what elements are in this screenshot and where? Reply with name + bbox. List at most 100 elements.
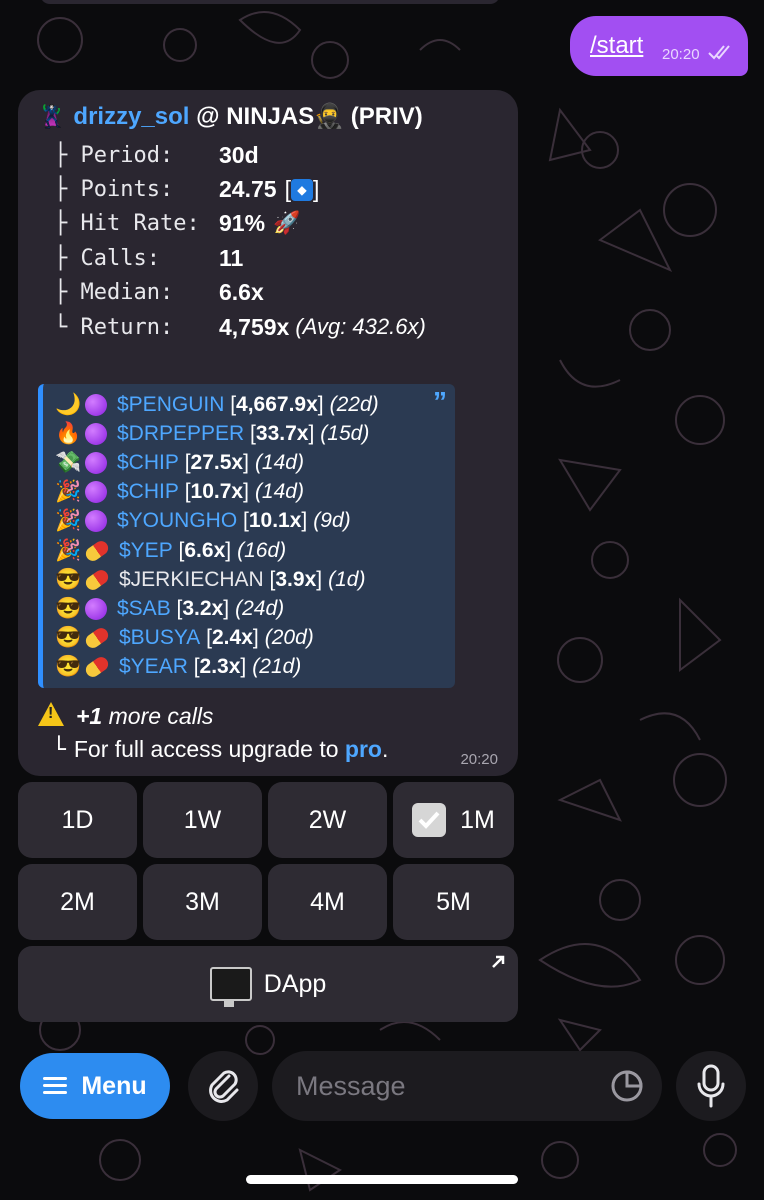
call-row: 😎 $YEAR [2.3x] (21d) bbox=[55, 653, 379, 682]
message-time: 20:20 bbox=[460, 751, 498, 768]
call-row: 🌙 $PENGUIN [4,667.9x] (22d) bbox=[55, 390, 379, 419]
calls-blockquote: ” 🌙 $PENGUIN [4,667.9x] (22d) 🔥 $DRPEPPER [3… bbox=[38, 384, 455, 688]
dapp-button[interactable]: DApp bbox=[18, 946, 518, 1022]
ticker-link[interactable]: $YEAR bbox=[119, 655, 188, 679]
call-row: 🎉 $CHIP [10.7x] (14d) bbox=[55, 478, 379, 507]
stat-calls: ├ Calls: 11 bbox=[54, 244, 244, 271]
username-link[interactable]: drizzy_sol bbox=[73, 103, 189, 130]
call-row: 😎 $JERKIECHAN [3.9x] (1d) bbox=[55, 565, 379, 594]
start-command-link[interactable]: /start bbox=[590, 32, 643, 60]
open-external-icon bbox=[492, 955, 505, 968]
call-row: 💸 $CHIP [27.5x] (14d) bbox=[55, 448, 379, 477]
purple-circle-icon bbox=[85, 597, 107, 620]
checkmark-icon bbox=[412, 803, 447, 837]
pill-icon bbox=[83, 625, 111, 651]
purple-circle-icon bbox=[85, 510, 107, 533]
period-button-2m[interactable]: 2M bbox=[18, 864, 137, 940]
period-button-5m[interactable]: 5M bbox=[393, 864, 514, 940]
card-title: 🦹 drizzy_sol @ NINJAS🥷 (PRIV) bbox=[38, 102, 423, 131]
call-age: (1d) bbox=[328, 567, 366, 591]
call-emoji-icon: 😎 bbox=[55, 596, 82, 620]
period-button-2w[interactable]: 2W bbox=[268, 782, 387, 858]
pro-link[interactable]: pro bbox=[345, 736, 382, 762]
call-emoji-icon: 🎉 bbox=[55, 509, 82, 533]
period-button-3m[interactable]: 3M bbox=[143, 864, 262, 940]
call-emoji-icon: 🔥 bbox=[55, 421, 82, 445]
call-age: (14d) bbox=[254, 450, 304, 474]
call-row: 🎉 $YEP [6.6x] (16d) bbox=[55, 536, 379, 565]
call-row: 😎 $SAB [3.2x] (24d) bbox=[55, 594, 379, 623]
call-emoji-icon: 😎 bbox=[55, 626, 82, 650]
purple-circle-icon bbox=[85, 481, 107, 504]
microphone-icon bbox=[697, 1064, 725, 1108]
pill-icon bbox=[83, 654, 111, 680]
message-input[interactable] bbox=[294, 1069, 598, 1103]
call-age: (16d) bbox=[237, 538, 287, 562]
call-emoji-icon: 💸 bbox=[55, 450, 82, 474]
double-check-icon bbox=[708, 45, 730, 60]
call-age: (24d) bbox=[235, 596, 285, 620]
purple-circle-icon bbox=[85, 451, 107, 474]
group-name: @ NINJAS🥷 (PRIV) bbox=[189, 103, 423, 130]
ticker-link: $JERKIECHAN bbox=[119, 567, 264, 591]
call-row: 🎉 $YOUNGHO [10.1x] (9d) bbox=[55, 507, 379, 536]
call-multiplier: [27.5x] bbox=[178, 450, 249, 474]
stat-hit-rate: ├ Hit Rate: 91% 🚀 bbox=[54, 210, 301, 237]
call-age: (14d) bbox=[254, 480, 304, 504]
rocket-icon: 🚀 bbox=[273, 211, 301, 237]
call-multiplier: [33.7x] bbox=[244, 421, 315, 445]
info-diamond-icon[interactable]: ◆ bbox=[290, 178, 313, 201]
ticker-link[interactable]: $YEP bbox=[119, 539, 173, 563]
call-age: (9d) bbox=[313, 509, 351, 533]
call-row: 🔥 $DRPEPPER [33.7x] (15d) bbox=[55, 419, 379, 448]
quote-icon: ” bbox=[433, 386, 447, 417]
ticker-link[interactable]: $BUSYA bbox=[119, 626, 200, 650]
call-multiplier: [2.3x] bbox=[187, 655, 247, 679]
call-emoji-icon: 🌙 bbox=[55, 392, 82, 416]
ticker-link[interactable]: $SAB bbox=[117, 597, 171, 621]
ticker-link[interactable]: $PENGUIN bbox=[117, 393, 224, 417]
call-multiplier: [10.7x] bbox=[178, 480, 249, 504]
ticker-link[interactable]: $YOUNGHO bbox=[117, 509, 237, 533]
call-multiplier: [10.1x] bbox=[237, 509, 308, 533]
purple-circle-icon bbox=[85, 422, 107, 445]
call-multiplier: [3.2x] bbox=[170, 596, 230, 620]
warning-icon bbox=[38, 702, 64, 726]
call-row: 😎 $BUSYA [2.4x] (20d) bbox=[55, 624, 379, 653]
upgrade-notice: └ For full access upgrade to pro. bbox=[52, 736, 389, 763]
call-multiplier: [6.6x] bbox=[172, 538, 232, 562]
period-button-1w[interactable]: 1W bbox=[143, 782, 262, 858]
stat-points: ├ Points: 24.75 [◆] bbox=[54, 176, 320, 203]
pill-icon bbox=[83, 567, 111, 593]
sticker-icon[interactable] bbox=[610, 1069, 644, 1103]
ticker-link[interactable]: $CHIP bbox=[117, 480, 179, 504]
message-time: 20:20 bbox=[662, 46, 700, 63]
purple-circle-icon bbox=[85, 393, 107, 416]
ticker-link[interactable]: $CHIP bbox=[117, 451, 179, 475]
voice-record-button[interactable] bbox=[676, 1051, 746, 1121]
outgoing-message[interactable]: /start 20:20 bbox=[570, 16, 748, 76]
stat-median: ├ Median: 6.6x bbox=[54, 279, 264, 306]
attach-button[interactable] bbox=[188, 1051, 258, 1121]
stat-return: └ Return: 4,759x (Avg: 432.6x) bbox=[54, 313, 426, 340]
pill-icon bbox=[83, 537, 111, 564]
call-emoji-icon: 😎 bbox=[55, 655, 82, 679]
message-field[interactable] bbox=[272, 1051, 662, 1121]
more-calls-notice: +1 more calls bbox=[38, 702, 213, 730]
period-button-1m[interactable]: 1M bbox=[393, 782, 514, 858]
period-button-4m[interactable]: 4M bbox=[268, 864, 387, 940]
call-age: (20d) bbox=[264, 626, 314, 650]
call-emoji-icon: 🎉 bbox=[55, 480, 82, 504]
call-emoji-icon: 😎 bbox=[55, 567, 82, 591]
bot-stats-message: 🦹 drizzy_sol @ NINJAS🥷 (PRIV) ├ Period: 3… bbox=[18, 90, 518, 776]
call-multiplier: [4,667.9x] bbox=[224, 392, 324, 416]
ninja-avatar-icon: 🦹 bbox=[38, 104, 66, 129]
home-indicator bbox=[246, 1175, 518, 1184]
previous-message-edge bbox=[40, 0, 500, 4]
call-age: (15d) bbox=[320, 421, 370, 445]
stats-list: ├ Period: 30d ├ Points: 24.75 [◆] ├ Hit … bbox=[54, 138, 426, 344]
bot-menu-button[interactable]: Menu bbox=[20, 1053, 170, 1119]
period-button-1d[interactable]: 1D bbox=[18, 782, 137, 858]
ticker-link[interactable]: $DRPEPPER bbox=[117, 422, 244, 446]
stat-period: ├ Period: 30d bbox=[54, 141, 259, 168]
